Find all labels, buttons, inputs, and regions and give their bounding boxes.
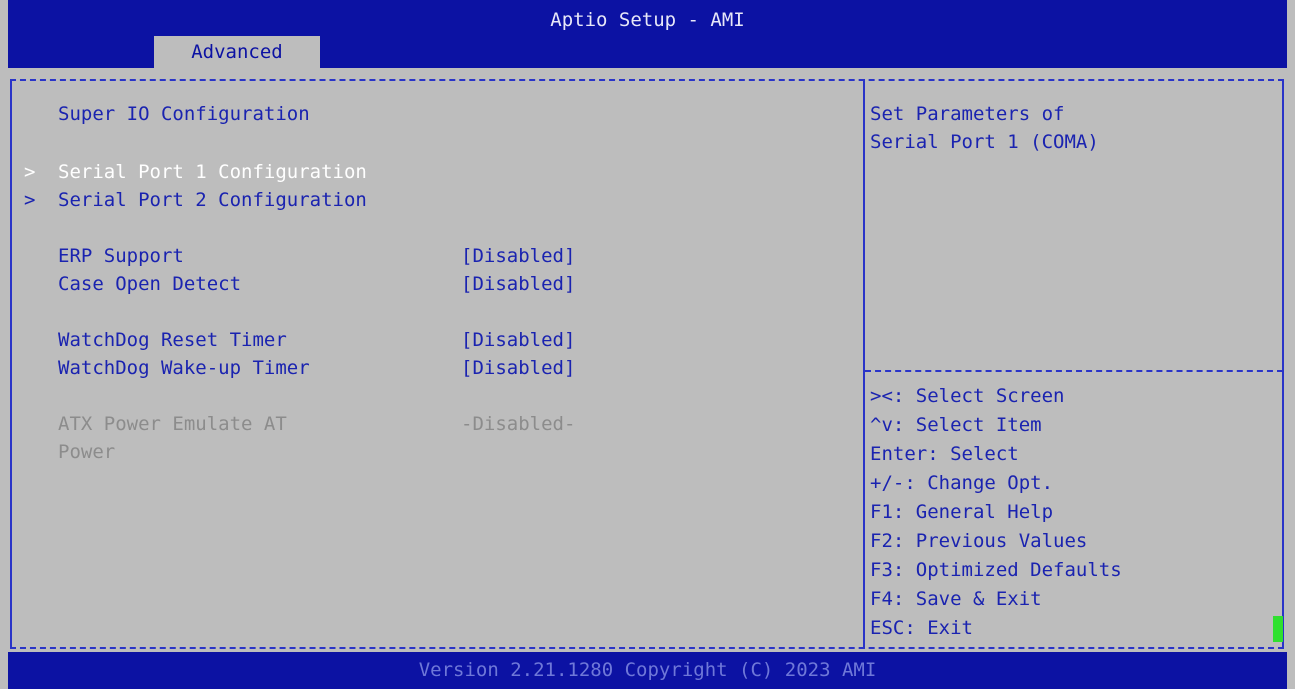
tab-advanced[interactable]: Advanced bbox=[154, 36, 320, 68]
submenu-marker-icon: > bbox=[24, 161, 36, 183]
key-hint-enter: Enter: Select bbox=[870, 443, 1019, 465]
frame-right-edge bbox=[1282, 79, 1284, 649]
setting-label-watchdog-wakeup-timer: WatchDog Wake-up Timer bbox=[58, 357, 310, 379]
key-hint-save-exit: F4: Save & Exit bbox=[870, 588, 1042, 610]
key-hint-select-screen: ><: Select Screen bbox=[870, 385, 1065, 407]
version-text: Version 2.21.1280 Copyright (C) 2023 AMI bbox=[418, 659, 877, 681]
key-hint-select-item: ^v: Select Item bbox=[870, 414, 1042, 436]
setting-label-erp-support: ERP Support bbox=[58, 245, 184, 267]
setting-label-atx-power-emulate-line2: Power bbox=[58, 441, 116, 463]
setting-value-watchdog-wakeup-timer[interactable]: [Disabled] bbox=[461, 359, 575, 378]
key-hint-optimized-defaults: F3: Optimized Defaults bbox=[870, 559, 1122, 581]
page-title: Super IO Configuration bbox=[58, 103, 310, 125]
setting-value-case-open-detect[interactable]: [Disabled] bbox=[461, 275, 575, 294]
submenu-serial-port-2[interactable]: Serial Port 2 Configuration bbox=[58, 191, 367, 210]
help-text-line-1: Set Parameters of bbox=[870, 103, 1065, 125]
app-title: Aptio Setup - AMI bbox=[550, 9, 745, 31]
help-separator bbox=[865, 370, 1283, 372]
key-hint-esc-exit: ESC: Exit bbox=[870, 617, 973, 639]
header-bar: Aptio Setup - AMI Advanced bbox=[8, 0, 1287, 68]
panel-divider bbox=[863, 79, 865, 649]
footer-bar: Version 2.21.1280 Copyright (C) 2023 AMI bbox=[8, 652, 1287, 689]
setting-label-watchdog-reset-timer: WatchDog Reset Timer bbox=[58, 329, 287, 351]
key-hint-previous-values: F2: Previous Values bbox=[870, 530, 1088, 552]
setting-label-case-open-detect: Case Open Detect bbox=[58, 273, 242, 295]
setting-label-atx-power-emulate: ATX Power Emulate AT bbox=[58, 413, 287, 435]
help-text-line-2: Serial Port 1 (COMA) bbox=[870, 131, 1099, 153]
key-hint-change-opt: +/-: Change Opt. bbox=[870, 472, 1054, 494]
scroll-indicator bbox=[1273, 616, 1283, 642]
submenu-serial-port-1[interactable]: Serial Port 1 Configuration bbox=[58, 163, 367, 182]
submenu-marker-icon: > bbox=[24, 189, 36, 211]
setting-value-watchdog-reset-timer[interactable]: [Disabled] bbox=[461, 331, 575, 350]
setting-value-atx-power-emulate: -Disabled- bbox=[461, 413, 576, 435]
setting-value-erp-support[interactable]: [Disabled] bbox=[461, 247, 575, 266]
frame-left-edge bbox=[10, 79, 12, 649]
key-hint-general-help: F1: General Help bbox=[870, 501, 1054, 523]
